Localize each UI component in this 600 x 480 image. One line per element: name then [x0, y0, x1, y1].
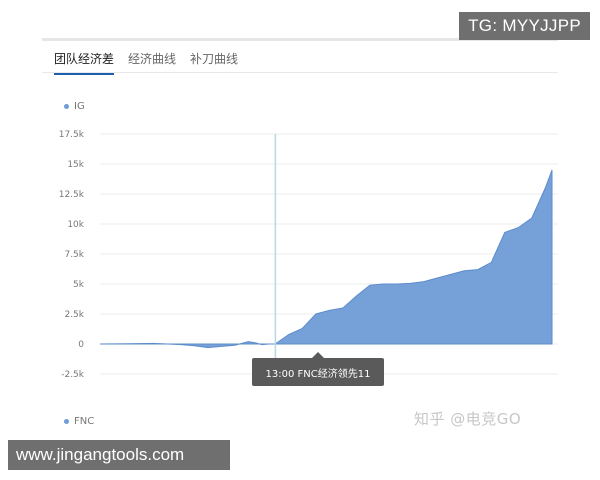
hover-tooltip: 13:00 FNC经济领先11	[252, 352, 384, 386]
legend-dot-icon	[64, 419, 69, 424]
y-tick-label: -2.5k	[61, 370, 85, 380]
gold-diff-area	[99, 169, 553, 349]
y-tick-label: 17.5k	[59, 130, 85, 140]
y-tick-label: 15k	[67, 160, 84, 170]
y-tick-label: 12.5k	[59, 190, 85, 200]
y-tick-label: 5k	[73, 280, 85, 290]
url-overlay-badge: www.jingangtools.com	[8, 440, 230, 470]
zhihu-watermark: 知乎 @电竞GO	[414, 410, 522, 428]
y-tick-label: 0	[78, 340, 84, 350]
legend-fnc[interactable]: FNC	[64, 416, 94, 427]
y-tick-labels: 17.5k 15k 12.5k 10k 7.5k 5k 2.5k 0 -2.5k	[59, 130, 85, 380]
y-tick-label: 7.5k	[64, 250, 84, 260]
legend-fnc-label: FNC	[74, 416, 95, 427]
y-tick-label: 10k	[67, 220, 84, 230]
y-tick-label: 2.5k	[64, 310, 84, 320]
